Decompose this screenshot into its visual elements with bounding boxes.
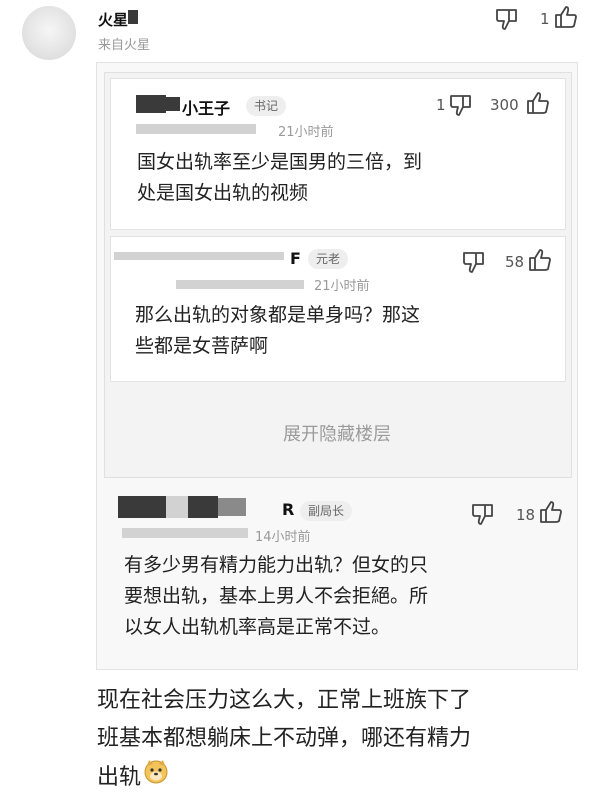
- reply-time: 21小时前: [314, 279, 370, 294]
- thumbs-up-icon[interactable]: [527, 248, 553, 272]
- reply-username[interactable]: F: [290, 249, 301, 268]
- username[interactable]: 火星: [98, 9, 128, 30]
- like-count: 1: [540, 10, 550, 28]
- like-count: 18: [516, 506, 536, 524]
- thumbs-up-icon[interactable]: [538, 500, 564, 524]
- username-mask: [136, 95, 166, 113]
- user-rank-badge: 书记: [246, 96, 287, 116]
- thumbs-down-icon[interactable]: [494, 7, 520, 31]
- meta-mask: [122, 528, 248, 538]
- username-mask: [128, 10, 138, 24]
- thumbs-up-icon[interactable]: [525, 91, 551, 115]
- like-count: 300: [490, 96, 519, 114]
- username-mask: [114, 252, 284, 260]
- reply-time: 21小时前: [278, 125, 334, 140]
- doge-emoji-icon: [143, 758, 169, 797]
- thumbs-down-icon[interactable]: [470, 502, 496, 526]
- thumbs-down-icon[interactable]: [461, 250, 487, 274]
- like-count: 58: [505, 253, 525, 271]
- username-mask: [218, 498, 246, 516]
- user-rank-badge: 副局长: [300, 501, 353, 521]
- reply-text: 那么出轨的对象都是单身吗？那这 些都是女菩萨啊: [135, 304, 421, 357]
- username-mask: [166, 97, 180, 111]
- reply-time: 14小时前: [255, 530, 311, 545]
- reply-text: 有多少男有精力能力出轨？但女的只 要想出轨，基本上男人不会拒絕。所 以女人出轨机…: [124, 554, 429, 638]
- meta-mask: [176, 280, 304, 289]
- user-rank-badge: 元老: [308, 249, 349, 269]
- expand-hidden-replies-button[interactable]: 展开隐藏楼层: [104, 420, 570, 446]
- comment-text: 现在社会压力这么大，正常上班族下了 班基本都想躺床上不动弹，哪还有精力 出轨: [97, 682, 471, 797]
- reply-text: 国女出轨率至少是国男的三倍，到 处是国女出轨的视频: [137, 151, 423, 204]
- username-mask: [118, 496, 166, 518]
- avatar[interactable]: [22, 6, 76, 60]
- username-mask: [166, 496, 188, 518]
- username-mask: [188, 496, 218, 518]
- dislike-count: 1: [436, 96, 446, 114]
- reply-username[interactable]: R: [282, 500, 294, 519]
- thumbs-down-icon[interactable]: [448, 93, 474, 117]
- thumbs-up-icon[interactable]: [553, 5, 579, 29]
- reply-username[interactable]: 小王子: [182, 95, 230, 119]
- comment-source: 来自火星: [98, 38, 151, 53]
- meta-mask: [136, 124, 256, 134]
